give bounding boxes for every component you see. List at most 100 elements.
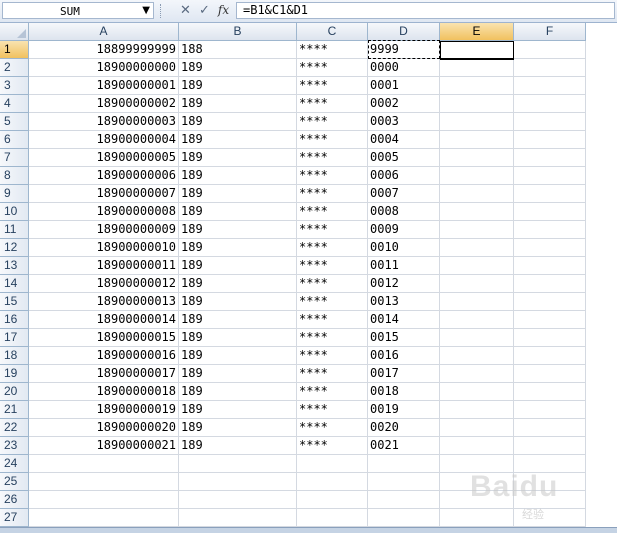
cell-c6[interactable]: **** bbox=[297, 131, 368, 149]
cell-f7[interactable] bbox=[514, 149, 586, 167]
row-header[interactable]: 22 bbox=[0, 419, 29, 437]
cell-b10[interactable]: 189 bbox=[179, 203, 297, 221]
cell-a15[interactable]: 18900000013 bbox=[29, 293, 179, 311]
cell-b9[interactable]: 189 bbox=[179, 185, 297, 203]
cell-b4[interactable]: 189 bbox=[179, 95, 297, 113]
cell-a17[interactable]: 18900000015 bbox=[29, 329, 179, 347]
cell-e18[interactable] bbox=[440, 347, 514, 365]
row-header[interactable]: 23 bbox=[0, 437, 29, 455]
row-header[interactable]: 14 bbox=[0, 275, 29, 293]
cell-b20[interactable]: 189 bbox=[179, 383, 297, 401]
cell-c17[interactable]: **** bbox=[297, 329, 368, 347]
cell-d19[interactable]: 0017 bbox=[368, 365, 440, 383]
cell-c22[interactable]: **** bbox=[297, 419, 368, 437]
row-header[interactable]: 15 bbox=[0, 293, 29, 311]
cell-b14[interactable]: 189 bbox=[179, 275, 297, 293]
cell-c5[interactable]: **** bbox=[297, 113, 368, 131]
cell-a2[interactable]: 18900000000 bbox=[29, 59, 179, 77]
column-header-f[interactable]: F bbox=[514, 23, 586, 41]
cell-f21[interactable] bbox=[514, 401, 586, 419]
cell-e11[interactable] bbox=[440, 221, 514, 239]
cell-f4[interactable] bbox=[514, 95, 586, 113]
row-header[interactable]: 1 bbox=[0, 41, 29, 59]
row-header[interactable]: 3 bbox=[0, 77, 29, 95]
cell-f22[interactable] bbox=[514, 419, 586, 437]
cell-f12[interactable] bbox=[514, 239, 586, 257]
row-header[interactable]: 24 bbox=[0, 455, 29, 473]
cell-b11[interactable]: 189 bbox=[179, 221, 297, 239]
cell-c20[interactable]: **** bbox=[297, 383, 368, 401]
cell-c16[interactable]: **** bbox=[297, 311, 368, 329]
cell-f13[interactable] bbox=[514, 257, 586, 275]
cell-e7[interactable] bbox=[440, 149, 514, 167]
cell-d5[interactable]: 0003 bbox=[368, 113, 440, 131]
cell-c4[interactable]: **** bbox=[297, 95, 368, 113]
cell-c8[interactable]: **** bbox=[297, 167, 368, 185]
cell-d1[interactable]: 9999 bbox=[368, 41, 440, 59]
cell-e5[interactable] bbox=[440, 113, 514, 131]
cell-b21[interactable]: 189 bbox=[179, 401, 297, 419]
cell-b6[interactable]: 189 bbox=[179, 131, 297, 149]
cell-d13[interactable]: 0011 bbox=[368, 257, 440, 275]
column-header-b[interactable]: B bbox=[179, 23, 297, 41]
name-box[interactable]: SUM ▼ bbox=[2, 2, 154, 19]
cell-e10[interactable] bbox=[440, 203, 514, 221]
cell-c3[interactable]: **** bbox=[297, 77, 368, 95]
cell-b7[interactable]: 189 bbox=[179, 149, 297, 167]
cell-b13[interactable]: 189 bbox=[179, 257, 297, 275]
cell-a20[interactable]: 18900000018 bbox=[29, 383, 179, 401]
insert-function-icon[interactable]: fx bbox=[215, 2, 232, 19]
cell-e27[interactable] bbox=[440, 509, 514, 527]
cell-a3[interactable]: 18900000001 bbox=[29, 77, 179, 95]
cell-e8[interactable] bbox=[440, 167, 514, 185]
cell-d16[interactable]: 0014 bbox=[368, 311, 440, 329]
cell-d25[interactable] bbox=[368, 473, 440, 491]
cell-e25[interactable] bbox=[440, 473, 514, 491]
cell-e12[interactable] bbox=[440, 239, 514, 257]
cell-c9[interactable]: **** bbox=[297, 185, 368, 203]
cell-d17[interactable]: 0015 bbox=[368, 329, 440, 347]
cell-b19[interactable]: 189 bbox=[179, 365, 297, 383]
row-header[interactable]: 4 bbox=[0, 95, 29, 113]
row-header[interactable]: 17 bbox=[0, 329, 29, 347]
row-header[interactable]: 8 bbox=[0, 167, 29, 185]
cell-f5[interactable] bbox=[514, 113, 586, 131]
cell-a8[interactable]: 18900000006 bbox=[29, 167, 179, 185]
cell-d22[interactable]: 0020 bbox=[368, 419, 440, 437]
row-header[interactable]: 12 bbox=[0, 239, 29, 257]
cell-d14[interactable]: 0012 bbox=[368, 275, 440, 293]
checkmark-icon[interactable]: ✓ bbox=[196, 2, 213, 19]
formula-input[interactable]: =B1&C1&D1 bbox=[236, 2, 615, 19]
cell-a10[interactable]: 18900000008 bbox=[29, 203, 179, 221]
cell-b3[interactable]: 189 bbox=[179, 77, 297, 95]
cell-c2[interactable]: **** bbox=[297, 59, 368, 77]
cell-e19[interactable] bbox=[440, 365, 514, 383]
cell-a19[interactable]: 18900000017 bbox=[29, 365, 179, 383]
cell-a4[interactable]: 18900000002 bbox=[29, 95, 179, 113]
cell-e9[interactable] bbox=[440, 185, 514, 203]
cell-e20[interactable] bbox=[440, 383, 514, 401]
cell-f14[interactable] bbox=[514, 275, 586, 293]
cell-f10[interactable] bbox=[514, 203, 586, 221]
cell-e3[interactable] bbox=[440, 77, 514, 95]
row-header[interactable]: 27 bbox=[0, 509, 29, 527]
cell-e24[interactable] bbox=[440, 455, 514, 473]
cell-c24[interactable] bbox=[297, 455, 368, 473]
cell-d10[interactable]: 0008 bbox=[368, 203, 440, 221]
column-header-e[interactable]: E bbox=[440, 23, 514, 41]
cell-c21[interactable]: **** bbox=[297, 401, 368, 419]
cell-f23[interactable] bbox=[514, 437, 586, 455]
row-header[interactable]: 5 bbox=[0, 113, 29, 131]
cell-a9[interactable]: 18900000007 bbox=[29, 185, 179, 203]
cell-b5[interactable]: 189 bbox=[179, 113, 297, 131]
cell-b8[interactable]: 189 bbox=[179, 167, 297, 185]
cell-a25[interactable] bbox=[29, 473, 179, 491]
cell-f20[interactable] bbox=[514, 383, 586, 401]
cell-b18[interactable]: 189 bbox=[179, 347, 297, 365]
cell-f27[interactable] bbox=[514, 509, 586, 527]
cell-f3[interactable] bbox=[514, 77, 586, 95]
cell-c19[interactable]: **** bbox=[297, 365, 368, 383]
cell-b1[interactable]: 188 bbox=[179, 41, 297, 59]
cell-a22[interactable]: 18900000020 bbox=[29, 419, 179, 437]
cell-a12[interactable]: 18900000010 bbox=[29, 239, 179, 257]
